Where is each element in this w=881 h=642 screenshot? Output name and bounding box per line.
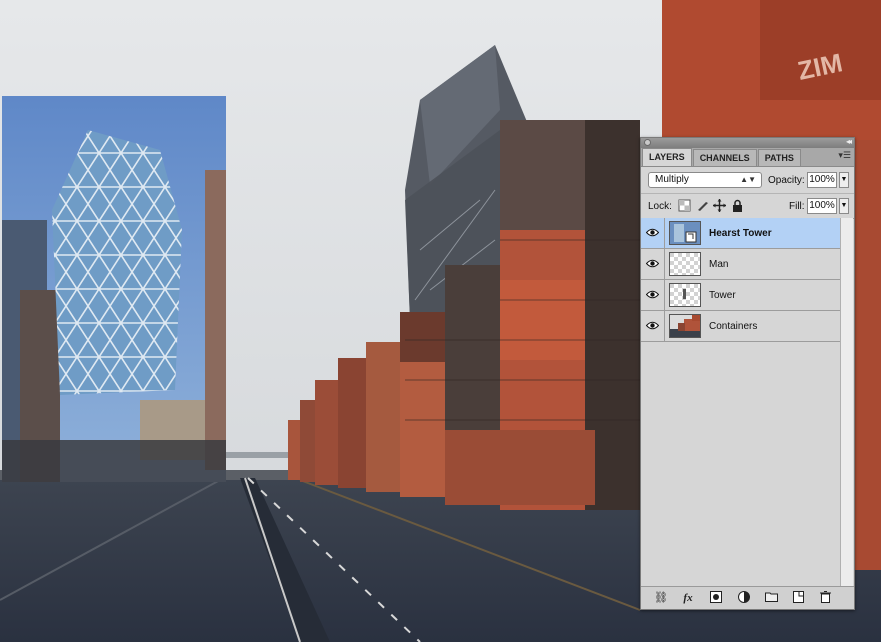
smart-object-thumb (669, 221, 701, 245)
collapse-icon[interactable]: ◂◂ (846, 137, 852, 146)
layer-name: Man (709, 259, 729, 270)
link-icon[interactable]: ⛓ (654, 591, 668, 605)
layers-list: Hearst Tower Man Tower Containers (641, 218, 841, 588)
transparent-thumb (669, 252, 701, 276)
adjustment-icon[interactable] (737, 591, 751, 605)
lock-position-icon[interactable] (713, 199, 726, 212)
panel-footer: ⛓ fx (641, 586, 854, 609)
fill-dropdown-icon[interactable]: ▼ (839, 198, 849, 214)
visibility-toggle[interactable] (641, 218, 665, 248)
fill-label: Fill: (789, 201, 805, 212)
layers-scrollbar[interactable] (840, 218, 853, 588)
layer-name: Hearst Tower (709, 228, 772, 239)
layer-row-hearst-tower[interactable]: Hearst Tower (641, 218, 841, 249)
blend-mode-select[interactable]: Multiply ▲▼ (648, 172, 762, 188)
opacity-label: Opacity: (768, 175, 805, 186)
visibility-toggle[interactable] (641, 280, 665, 310)
eye-icon (646, 321, 659, 330)
containers-thumb (669, 314, 701, 338)
layer-name: Containers (709, 321, 758, 332)
updown-arrows-icon: ▲▼ (740, 175, 756, 184)
eye-icon (646, 259, 659, 268)
new-layer-icon[interactable] (791, 591, 805, 605)
lock-row: Lock: Fill: 100% ▼ (641, 194, 854, 219)
visibility-toggle[interactable] (641, 249, 665, 279)
transparent-thumb (669, 283, 701, 307)
blend-mode-value: Multiply (655, 174, 689, 185)
mask-icon[interactable] (709, 591, 723, 605)
opacity-dropdown-icon[interactable]: ▼ (839, 172, 849, 188)
trash-icon[interactable] (818, 591, 832, 605)
lock-pixels-icon[interactable] (696, 199, 709, 212)
layers-panel: ◂◂ LAYERS CHANNELS PATHS ▾☰ Multiply ▲▼ … (640, 137, 855, 610)
fill-field[interactable]: 100% (807, 198, 837, 214)
layer-row-tower[interactable]: Tower (641, 280, 841, 311)
panel-tabs: LAYERS CHANNELS PATHS ▾☰ (641, 148, 854, 167)
tab-channels[interactable]: CHANNELS (692, 149, 757, 166)
close-icon[interactable] (644, 139, 651, 146)
panel-titlebar[interactable]: ◂◂ (641, 137, 854, 148)
folder-icon[interactable] (764, 591, 778, 605)
layer-name: Tower (709, 290, 736, 301)
lock-all-icon[interactable] (731, 199, 744, 212)
layer-row-man[interactable]: Man (641, 249, 841, 280)
layer-row-containers[interactable]: Containers (641, 311, 841, 342)
tab-layers[interactable]: LAYERS (642, 148, 692, 166)
visibility-toggle[interactable] (641, 311, 665, 341)
fx-icon[interactable]: fx (681, 591, 695, 605)
panel-menu-icon[interactable]: ▾☰ (838, 150, 851, 161)
eye-icon (646, 228, 659, 237)
eye-icon (646, 290, 659, 299)
lock-transparent-icon[interactable] (678, 199, 691, 212)
lock-label: Lock: (648, 201, 672, 212)
blend-row: Multiply ▲▼ Opacity: 100% ▼ (641, 167, 854, 194)
tab-paths[interactable]: PATHS (757, 149, 801, 166)
opacity-field[interactable]: 100% (807, 172, 837, 188)
